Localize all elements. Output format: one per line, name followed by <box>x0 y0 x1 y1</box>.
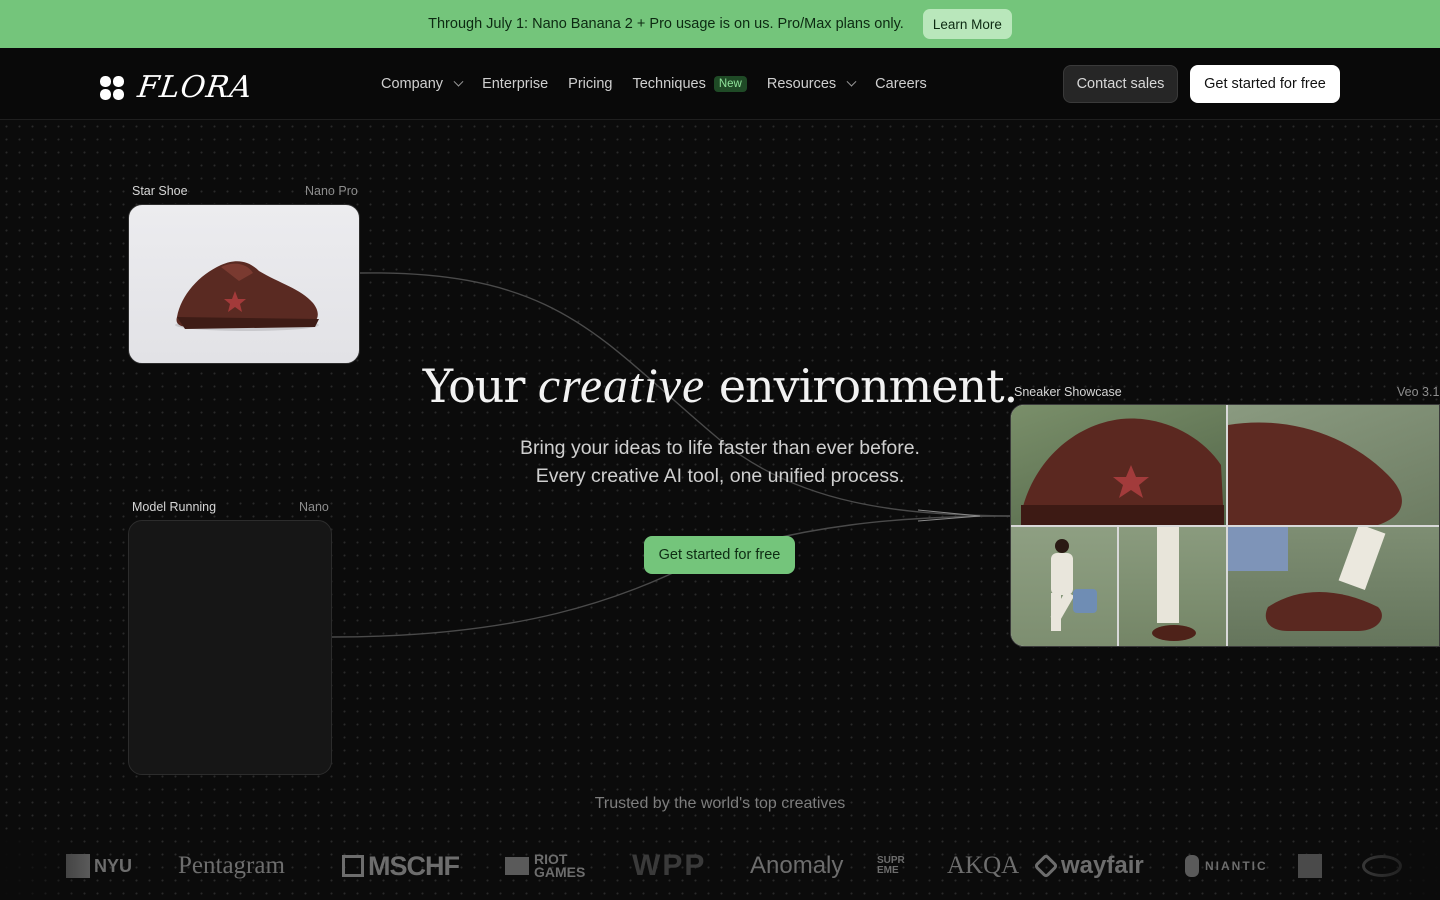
showcase-image <box>1119 527 1226 646</box>
showcase-image <box>1011 405 1226 525</box>
new-badge: New <box>713 76 747 92</box>
brand-name: MSCHF <box>368 850 460 881</box>
star-shoe-card[interactable] <box>128 204 360 364</box>
logo-strip-fade-left <box>0 836 90 896</box>
nav-item-label: Enterprise <box>482 76 549 92</box>
brand-logo-2k <box>1298 846 1322 886</box>
brand-name: Pentagram <box>178 852 285 879</box>
nav-item-enterprise[interactable]: Enterprise <box>482 76 548 92</box>
announcement-bar: Through July 1: Nano Banana 2 + Pro usag… <box>0 0 1440 48</box>
nav-item-label: Careers <box>875 76 927 92</box>
chevron-down-icon <box>453 76 464 87</box>
sneaker-image <box>175 261 319 331</box>
card-title: Sneaker Showcase <box>1014 385 1122 399</box>
nav-item-label: Pricing <box>568 76 613 92</box>
chevron-down-icon <box>846 76 857 87</box>
brand-name: NIANTIC <box>1205 859 1268 873</box>
hero-get-started-button[interactable]: Get started for free <box>644 536 795 574</box>
nav-item-resources[interactable]: Resources <box>766 76 857 92</box>
title-word: environment. <box>718 359 1018 413</box>
hero-canvas: Star Shoe Nano Pro Model Running Nano Yo… <box>0 120 1440 900</box>
showcase-image <box>1228 527 1439 646</box>
model-running-card[interactable] <box>128 520 332 775</box>
brand-logo-supreme: SUPREME <box>877 846 909 886</box>
brand-logo-riot-games: RIOT GAMES <box>505 846 595 886</box>
card-model: Veo 3.1 <box>1397 385 1440 399</box>
learn-more-button[interactable]: Learn More <box>922 9 1012 39</box>
nav-item-label: Techniques <box>632 76 706 92</box>
main-nav: FLORA Company Enterprise Pricing Techniq… <box>0 48 1440 120</box>
brand-logo-akqa: AKQA <box>947 846 1019 886</box>
showcase-image <box>1228 405 1439 525</box>
nav-item-company[interactable]: Company <box>381 76 464 92</box>
nav-menu: Company Enterprise Pricing Techniques Ne… <box>381 48 927 120</box>
logo-wordmark: FLORA <box>135 70 256 105</box>
title-word: Your <box>422 359 526 413</box>
nav-item-label: Company <box>381 76 444 92</box>
brand-logo-anomaly: Anomaly <box>750 846 843 886</box>
brand-logo-wpp: WPP <box>632 846 706 886</box>
title-emphasis: creative <box>538 357 706 413</box>
flora-logo[interactable]: FLORA <box>100 70 256 105</box>
nav-item-label: Resources <box>766 76 837 92</box>
flower-logo-icon <box>100 75 124 100</box>
contact-sales-button[interactable]: Contact sales <box>1063 65 1178 103</box>
showcase-image <box>1011 527 1117 646</box>
nav-item-techniques[interactable]: Techniques New <box>632 76 747 92</box>
card-model: Nano Pro <box>305 184 358 198</box>
get-started-button[interactable]: Get started for free <box>1190 65 1340 103</box>
logo-strip-fade-right <box>1350 836 1440 896</box>
brand-name: wayfair <box>1061 852 1144 879</box>
brand-logo-strip: NYU Pentagram MSCHF RIOT GAMES WPP Anoma… <box>0 846 1440 886</box>
brand-name: SUPREME <box>877 855 905 876</box>
brand-logo-wayfair: wayfair <box>1033 846 1144 886</box>
trusted-label: Trusted by the world's top creatives <box>594 795 846 812</box>
nav-item-pricing[interactable]: Pricing <box>568 76 612 92</box>
brand-logo-niantic: NIANTIC <box>1185 846 1268 886</box>
announcement-text: Through July 1: Nano Banana 2 + Pro usag… <box>428 16 904 32</box>
card-title: Model Running <box>132 500 217 514</box>
card-title: Star Shoe <box>132 184 188 198</box>
brand-logo-mschf: MSCHF <box>342 846 460 886</box>
brand-logo-pentagram: Pentagram <box>178 846 285 886</box>
nav-item-careers[interactable]: Careers <box>875 76 927 92</box>
brand-name: RIOT GAMES <box>534 851 586 880</box>
card-model: Nano <box>299 500 329 514</box>
brand-name: Anomaly <box>750 852 844 879</box>
brand-name: NYU <box>94 855 133 876</box>
brand-name: AKQA <box>947 852 1020 879</box>
brand-name: WPP <box>632 849 707 882</box>
sneaker-showcase-card[interactable] <box>1010 404 1440 647</box>
